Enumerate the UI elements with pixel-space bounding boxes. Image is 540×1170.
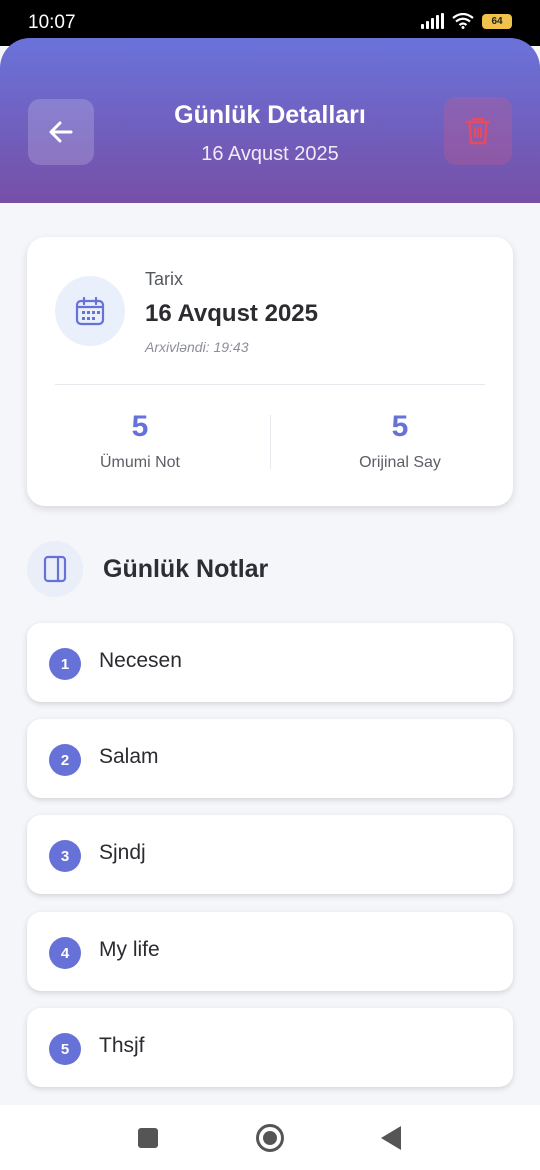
- status-time: 10:07: [28, 12, 76, 33]
- stat-label: Orijinal Say: [359, 454, 441, 471]
- stat-label: Ümumi Not: [99, 454, 180, 471]
- note-text: Salam: [99, 745, 159, 768]
- trash-icon: [465, 117, 491, 145]
- book-icon-container: [27, 541, 83, 597]
- section-title: Günlük Notlar: [103, 555, 269, 583]
- wifi-icon: [452, 13, 474, 29]
- calendar-icon-container: [55, 276, 125, 346]
- note-item[interactable]: 2 Salam: [27, 719, 513, 798]
- archived-time: Arxivləndi: 19:43: [145, 339, 249, 355]
- note-number: 4: [49, 937, 81, 969]
- note-text: Sjndj: [99, 841, 146, 864]
- battery-level: 64: [491, 15, 503, 27]
- back-triangle-icon[interactable]: [381, 1126, 401, 1150]
- stat-divider: [270, 415, 271, 469]
- note-item[interactable]: 3 Sjndj: [27, 815, 513, 894]
- note-text: Necesen: [99, 649, 182, 672]
- note-text: Thsjf: [99, 1034, 145, 1057]
- stat-value: 5: [391, 410, 409, 443]
- battery-icon: 64: [482, 13, 512, 29]
- note-text: My life: [99, 938, 160, 961]
- divider: [55, 384, 485, 385]
- header: Günlük Detalları 16 Avqust 2025: [0, 38, 540, 203]
- note-item[interactable]: 5 Thsjf: [27, 1008, 513, 1087]
- system-nav-bar: [0, 1105, 540, 1170]
- note-item[interactable]: 4 My life: [27, 912, 513, 991]
- signal-icon: [421, 13, 444, 29]
- stat-value: 5: [131, 410, 149, 443]
- status-icons: 64: [421, 13, 512, 29]
- home-icon[interactable]: [256, 1124, 284, 1152]
- note-number: 3: [49, 840, 81, 872]
- info-card: Tarix 16 Avqust 2025 Arxivləndi: 19:43 5…: [27, 237, 513, 506]
- recents-icon[interactable]: [138, 1128, 158, 1148]
- note-number: 1: [49, 648, 81, 680]
- stat-total-notes: 5 Ümumi Not: [27, 410, 253, 472]
- date-value: 16 Avqust 2025: [145, 300, 318, 327]
- note-number: 2: [49, 744, 81, 776]
- note-number: 5: [49, 1033, 81, 1065]
- calendar-icon: [75, 296, 105, 326]
- delete-button[interactable]: [444, 97, 512, 165]
- stat-original-count: 5 Orijinal Say: [287, 410, 513, 472]
- note-item[interactable]: 1 Necesen: [27, 623, 513, 702]
- book-icon: [43, 555, 67, 583]
- date-label: Tarix: [145, 269, 184, 289]
